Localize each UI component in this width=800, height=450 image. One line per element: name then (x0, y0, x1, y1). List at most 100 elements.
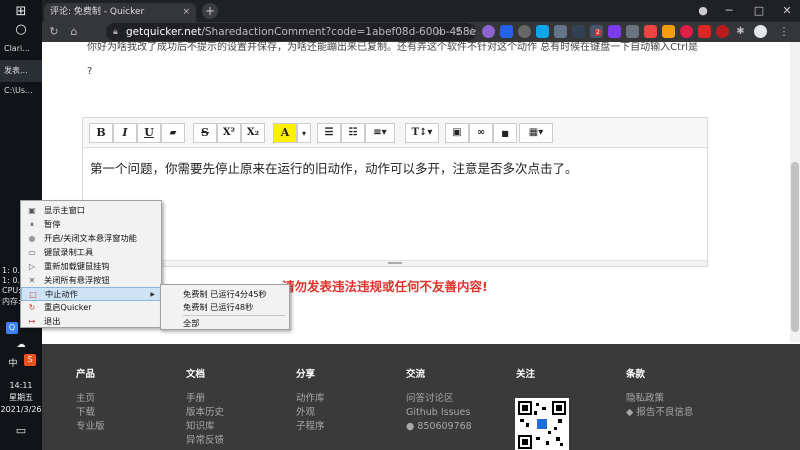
reload-icon[interactable]: ↻ (46, 24, 62, 40)
clock-time[interactable]: 14:11 (0, 380, 42, 391)
footer-link-subprograms[interactable]: 子程序 (296, 420, 325, 434)
extension-8-icon[interactable] (608, 25, 621, 38)
new-tab-button[interactable]: + (202, 3, 218, 19)
extension-2-icon[interactable] (500, 25, 513, 38)
menu-item-exit[interactable]: ↦ 退出 (21, 315, 161, 329)
numbered-list-button[interactable]: ☷ (341, 123, 365, 143)
menu-item-toggle-text-float[interactable]: ● 开启/关闭文本悬浮窗功能 (21, 232, 161, 246)
tab-bar: 评论: 免费制 - Quicker × + ● ─ □ ✕ (42, 0, 800, 22)
close-button[interactable]: ✕ (772, 0, 800, 22)
clear-format-button[interactable]: ▰ (161, 123, 185, 143)
menu-item-show-main-window[interactable]: ▣ 显示主窗口 (21, 204, 161, 218)
insert-table-dropdown[interactable]: ▦▾ (519, 123, 553, 143)
windows-start-icon[interactable]: ⊞ (0, 4, 42, 19)
taskbar-app-explorer[interactable]: C:\Us... (0, 80, 42, 102)
strikethrough-button[interactable]: S (193, 123, 217, 143)
extension-badge: 2 (595, 29, 601, 36)
submenu-item-action-2[interactable]: 免费制 已运行48秒 (161, 300, 289, 314)
browser-tab[interactable]: 评论: 免费制 - Quicker × (44, 3, 196, 22)
footer-heading: 交流 (406, 369, 426, 380)
footer-link-pro[interactable]: 专业版 (76, 420, 105, 434)
font-color-button[interactable]: A (273, 123, 297, 143)
editor-resize-handle[interactable] (83, 260, 707, 266)
footer-link-home[interactable]: 主页 (76, 392, 105, 406)
editor-content[interactable]: 第一个问题，你需要先停止原来在运行的旧动作，动作可以多开，注意是否多次点击了。 (90, 158, 578, 177)
footer-link-manual[interactable]: 手册 (186, 392, 224, 406)
page-scrollbar[interactable] (790, 42, 800, 342)
text-size-dropdown[interactable]: T↕▾ (405, 123, 439, 143)
extensions-puzzle-icon[interactable]: ✱ (734, 25, 747, 38)
superscript-button[interactable]: X² (217, 123, 241, 143)
tab-close-icon[interactable]: × (182, 3, 190, 22)
menu-item-reload-hooks[interactable]: ▷ 重新加载键鼠挂钩 (21, 260, 161, 274)
italic-button[interactable]: I (113, 123, 137, 143)
screen: ⊞ ○ Clari... 发表... C:\Us... 1: 0.0 1: 0.… (0, 0, 800, 450)
insert-video-button[interactable]: ■ (493, 123, 517, 143)
exit-icon: ↦ (28, 317, 36, 326)
menu-item-close-floats[interactable]: ✕ 关闭所有悬浮按钮 (21, 274, 161, 288)
shield-icon: ◆ (626, 407, 634, 418)
notification-icon[interactable]: ▭ (0, 424, 42, 437)
footer-qq-group[interactable]: ● 850609768 (406, 420, 472, 434)
extension-13-icon[interactable] (698, 25, 711, 38)
footer-link-feedback[interactable]: 异常反馈 (186, 434, 224, 448)
footer-link-qa[interactable]: 问答讨论区 (406, 392, 472, 406)
pause-icon: ⏸︎ (30, 220, 34, 229)
taskbar-app-clarify[interactable]: Clari... (0, 38, 42, 60)
extension-9-icon[interactable] (626, 25, 639, 38)
submenu-item-all[interactable]: 全部 (161, 316, 289, 330)
sogou-icon[interactable]: S (24, 354, 36, 366)
font-color-dropdown[interactable]: ▾ (297, 123, 311, 143)
footer-link-download[interactable]: 下载 (76, 406, 105, 420)
extension-12-icon[interactable] (680, 25, 693, 38)
footer-link-github[interactable]: Github Issues (406, 406, 472, 420)
extension-5-icon[interactable] (554, 25, 567, 38)
menu-item-restart[interactable]: ↻ 重启Quicker (21, 301, 161, 315)
extension-14-icon[interactable] (716, 25, 729, 38)
align-dropdown[interactable]: ≡▾ (365, 123, 395, 143)
extension-3-icon[interactable] (518, 25, 531, 38)
subscript-button[interactable]: X₂ (241, 123, 265, 143)
clock-weekday: 星期五 (9, 393, 33, 402)
quicker-tray-icon[interactable]: Q (6, 322, 18, 334)
menu-item-pause[interactable]: ⏸︎ 暂停 (21, 218, 161, 232)
footer-link-history[interactable]: 版本历史 (186, 406, 224, 420)
chrome-menu-dots-icon[interactable]: ⋮ (776, 24, 792, 40)
footer-link-themes[interactable]: 外观 (296, 406, 325, 420)
taskbar-app-browser[interactable]: 发表... (0, 60, 42, 82)
footer-link-privacy[interactable]: 隐私政策 (626, 392, 693, 406)
qq-icon: ● (406, 421, 415, 432)
menu-item-stop-action[interactable]: □ 中止动作 ▶ (21, 287, 161, 301)
extension-10-icon[interactable] (644, 25, 657, 38)
maximize-button[interactable]: □ (744, 0, 774, 22)
report-label: 报告不良信息 (636, 407, 694, 418)
footer-link-actions[interactable]: 动作库 (296, 392, 325, 406)
footer-link-report[interactable]: ◆ 报告不良信息 (626, 406, 693, 420)
bold-button[interactable]: B (89, 123, 113, 143)
footer-heading: 关注 (516, 369, 536, 380)
comment-editor: B I U ▰ S X² X₂ A ▾ ☰ ☷ ≡▾ T↕▾ ▣ ∞ ■ ▦▾ … (82, 117, 708, 267)
submenu-item-action-1[interactable]: 免费制 已运行4分45秒 (161, 287, 289, 301)
menu-item-label: 显示主窗口 (44, 205, 85, 215)
footer-col-docs: 文档 手册 版本历史 知识库 异常反馈 (186, 366, 224, 448)
extension-4-icon[interactable] (536, 25, 549, 38)
extension-7-icon[interactable]: 2 (590, 25, 603, 38)
menu-item-recorder[interactable]: ▭ 键鼠录制工具 (21, 246, 161, 260)
insert-link-button[interactable]: ∞ (469, 123, 493, 143)
extension-1-icon[interactable] (482, 25, 495, 38)
footer-heading: 文档 (186, 369, 206, 380)
cloud-tray-icon[interactable]: ☁ (0, 340, 42, 350)
bullet-list-button[interactable]: ☰ (317, 123, 341, 143)
underline-button[interactable]: U (137, 123, 161, 143)
circle-icon: ● (28, 234, 36, 243)
menu-item-label: 中止动作 (45, 289, 78, 299)
extension-6-icon[interactable] (572, 25, 585, 38)
cortana-icon[interactable]: ○ (0, 22, 42, 37)
footer-link-kb[interactable]: 知识库 (186, 420, 224, 434)
home-icon[interactable]: ⌂ (66, 24, 82, 40)
profile-avatar[interactable] (754, 25, 767, 38)
extension-11-icon[interactable] (662, 25, 675, 38)
minimize-button[interactable]: ─ (714, 0, 744, 22)
insert-image-button[interactable]: ▣ (445, 123, 469, 143)
scrollbar-thumb[interactable] (791, 162, 799, 332)
